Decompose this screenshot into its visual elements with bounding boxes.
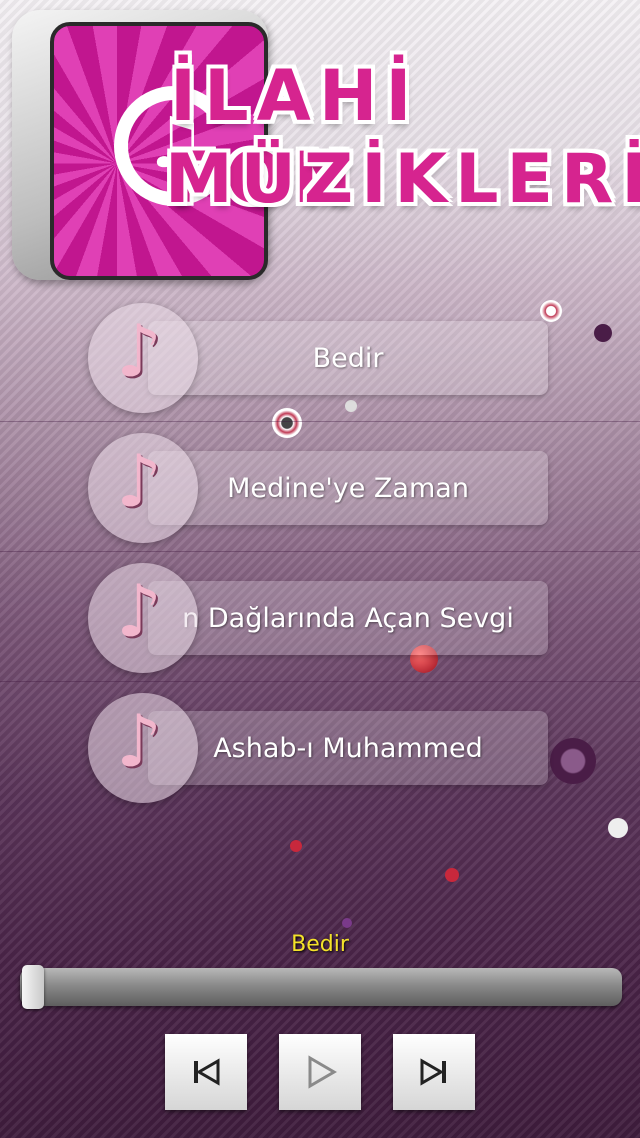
row-divider [0,681,640,682]
decorative-bubble [445,868,459,882]
song-title: Bedir [312,342,384,374]
row-divider [0,421,640,422]
song-title-pill[interactable]: Ashab-ı Muhammed [148,711,548,785]
app-title-line-2: MÜZİKLERİ [165,140,640,219]
next-button[interactable] [393,1034,475,1110]
decorative-bubble [342,918,352,928]
seek-thumb[interactable] [22,965,44,1009]
song-play-circle[interactable]: ♪ [88,693,198,803]
song-title-pill[interactable]: Bedir [148,321,548,395]
play-button[interactable] [279,1034,361,1110]
play-icon [308,1055,337,1089]
seek-bar[interactable] [20,965,622,1009]
song-title-pill[interactable]: n Dağlarında Açan Sevgi [148,581,548,655]
music-note-icon: ♪ [116,569,162,653]
song-title: n Dağlarında Açan Sevgi [182,602,514,634]
song-title-pill[interactable]: Medine'ye Zaman [148,451,548,525]
next-icon [420,1058,446,1086]
row-divider [0,551,640,552]
song-row[interactable]: Medine'ye Zaman ♪ [0,423,640,553]
music-note-icon: ♪ [116,439,162,523]
now-playing-label: Bedir [291,932,349,957]
song-title: Medine'ye Zaman [227,472,469,504]
song-play-circle[interactable]: ♪ [88,303,198,413]
song-row[interactable]: Bedir ♪ [0,293,640,423]
app-header: ♫ İLAHİ FON MÜZİKLERİ [0,0,640,290]
decorative-bubble [290,840,302,852]
song-play-circle[interactable]: ♪ [88,563,198,673]
music-note-icon: ♪ [116,699,162,783]
song-row[interactable]: n Dağlarında Açan Sevgi ♪ [0,553,640,683]
decorative-bubble [608,818,628,838]
song-play-circle[interactable]: ♪ [88,433,198,543]
previous-icon [194,1058,220,1086]
previous-button[interactable] [165,1034,247,1110]
song-row[interactable]: Ashab-ı Muhammed ♪ [0,683,640,813]
music-note-icon: ♪ [116,309,162,393]
song-title: Ashab-ı Muhammed [213,732,483,764]
